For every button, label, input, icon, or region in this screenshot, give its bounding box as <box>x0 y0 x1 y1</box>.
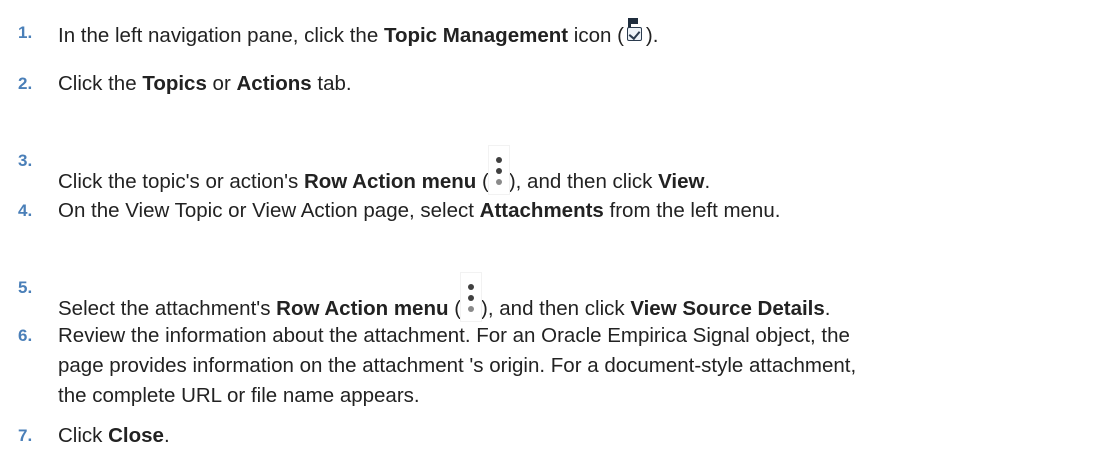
ui-term-topics: Topics <box>142 72 207 95</box>
step-text: Click Close. <box>58 421 1088 451</box>
step-text-part: ), and then click <box>508 170 659 193</box>
step-text-part: from the left menu. <box>603 199 781 222</box>
step-text-part: ). <box>645 24 659 47</box>
step-text-part: In the left navigation pane, click the <box>58 24 384 47</box>
ui-term-row-action-menu: Row Action menu <box>276 297 449 320</box>
step-text: On the View Topic or View Action page, s… <box>58 196 1088 226</box>
ui-term-attachments: Attachments <box>479 199 604 222</box>
step-text-part: Click <box>58 424 109 447</box>
step-text: Click the topic's or action's Row Action… <box>58 146 1088 197</box>
step-text-part: Click the <box>58 72 143 95</box>
step-text-part: or <box>206 72 237 95</box>
ui-term-topic-management: Topic Management <box>383 24 569 47</box>
step-text-part: . <box>824 297 831 320</box>
step-text-part: . <box>163 424 170 447</box>
step-text-part: ( <box>476 170 489 193</box>
step-text: In the left navigation pane, click the T… <box>58 18 1088 51</box>
step-text-part: On the View Topic or View Action page, s… <box>58 199 480 222</box>
step-number: 5. <box>18 278 33 297</box>
step-number: 7. <box>18 426 33 445</box>
ui-term-row-action-menu: Row Action menu <box>303 170 477 193</box>
kebab-menu-icon <box>488 146 509 194</box>
step-text: Click the Topics or Actions tab. <box>58 69 1088 99</box>
step-number: 4. <box>18 201 33 220</box>
ui-term-close: Close <box>108 424 164 447</box>
kebab-menu-icon <box>461 273 482 321</box>
step-text-part: ), and then click <box>481 297 631 320</box>
step-text-part: tab. <box>311 72 352 95</box>
step-text-part: . <box>704 170 711 193</box>
step-text-part: Select the attachment's <box>58 297 277 320</box>
ui-term-view-source-details: View Source Details <box>630 297 825 320</box>
step-text-part: Click the topic's or action's <box>58 170 304 193</box>
step-number: 6. <box>18 326 33 345</box>
step-text: Select the attachment's Row Action menu … <box>58 273 1088 324</box>
step-number: 3. <box>18 151 33 170</box>
step-number: 2. <box>18 74 33 93</box>
step-text-part: ( <box>448 297 462 320</box>
ui-term-view: View <box>658 170 705 193</box>
step-number: 1. <box>18 23 33 42</box>
step-text-line: Review the information about the attachm… <box>58 324 850 347</box>
topic-management-icon <box>625 18 645 44</box>
step-text-part: icon ( <box>568 24 624 47</box>
ui-term-actions: Actions <box>236 72 312 95</box>
step-text-line: the complete URL or file name appears. <box>58 384 420 407</box>
step-text-line: page provides information on the attachm… <box>58 354 857 377</box>
step-text: Review the information about the attachm… <box>58 321 1088 411</box>
